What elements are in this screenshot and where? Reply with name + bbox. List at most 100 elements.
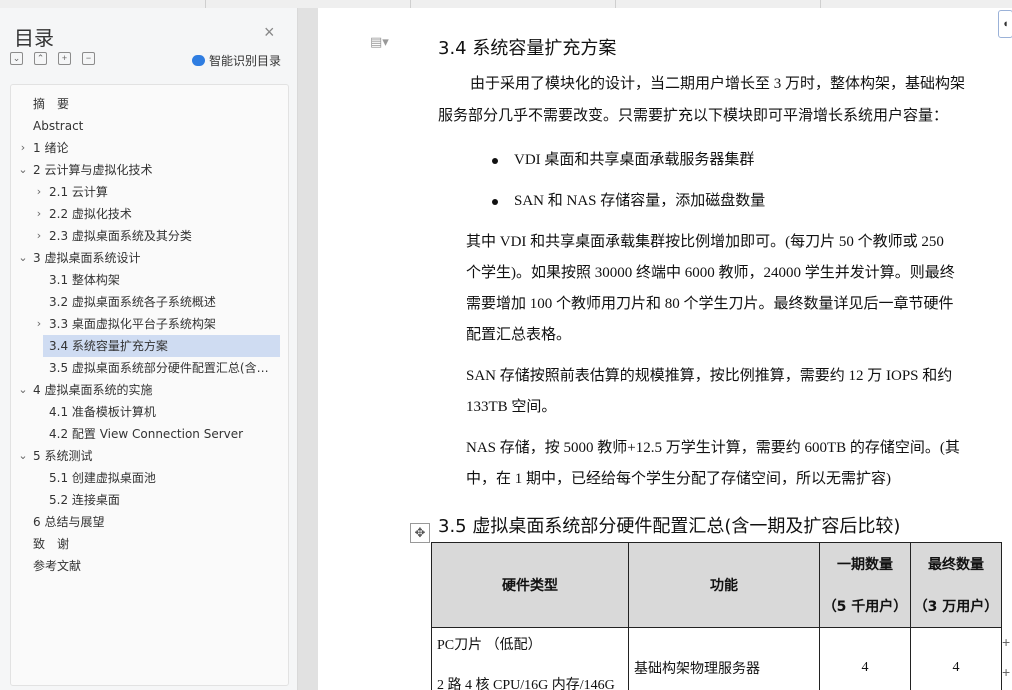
toc-item-label: Abstract xyxy=(33,119,84,133)
header-text: 一期数量 xyxy=(837,557,893,573)
paragraph-4: 中，在 1 期中，已经给每个学生分配了存储空间，所以无需扩容) xyxy=(466,471,891,487)
toc-item-label: 3 虚拟桌面系统设计 xyxy=(33,251,141,265)
toc-item[interactable]: ⌄ 2 云计算与虚拟化技术 xyxy=(11,159,279,181)
add-row-icon[interactable]: + xyxy=(1002,664,1010,680)
toc-item-label: 4.1 准备模板计算机 xyxy=(49,405,156,419)
table-header-cell: 硬件类型 xyxy=(431,542,629,628)
header-text: （3 万用户） xyxy=(913,599,999,615)
sidebar-title: 目录 xyxy=(14,26,54,50)
close-icon[interactable]: × xyxy=(264,22,275,43)
toc-item[interactable]: › 2.3 虚拟桌面系统及其分类 xyxy=(11,225,279,247)
table-header-cell: 一期数量 （5 千用户） xyxy=(819,542,911,628)
add-heading-icon[interactable]: + xyxy=(58,52,71,65)
toc-item[interactable]: › 3.3 桌面虚拟化平台子系统构架 xyxy=(11,313,279,335)
toc-item-label: 2.1 云计算 xyxy=(49,185,108,199)
toc-item-label: 2 云计算与虚拟化技术 xyxy=(33,163,153,177)
heading-3-5: 3.5 虚拟桌面系统部分硬件配置汇总(含一期及扩容后比较) xyxy=(438,516,901,537)
divider xyxy=(205,0,206,8)
chevron-right-icon[interactable]: › xyxy=(17,137,29,159)
divider xyxy=(615,0,616,8)
toc-item[interactable]: › 2.2 虚拟化技术 xyxy=(11,203,279,225)
bullet-icon xyxy=(492,158,498,164)
toc-item[interactable]: 摘 要 xyxy=(11,93,279,115)
cell-text: 2 路 4 核 CPU/16G 内存/146G xyxy=(437,678,615,690)
paragraph-3: 133TB 空间。 xyxy=(466,399,557,415)
toc-item[interactable]: Abstract xyxy=(11,115,279,137)
table-move-icon[interactable]: ✥ xyxy=(410,523,430,543)
page-gutter xyxy=(298,8,318,690)
smart-recognize-toc-button[interactable]: 智能识别目录 xyxy=(192,52,281,69)
divider xyxy=(820,0,821,8)
toc-item-label: 参考文献 xyxy=(33,559,82,573)
toc-item[interactable]: 3.1 整体构架 xyxy=(11,269,279,291)
paragraph-2: 个学生)。如果按照 30000 终端中 6000 教师，24000 学生并发计算… xyxy=(466,265,955,281)
bullet-item: SAN 和 NAS 存储容量，添加磁盘数量 xyxy=(514,193,766,209)
paragraph-4: NAS 存储，按 5000 教师+12.5 万学生计算，需要约 600TB 的存… xyxy=(466,440,960,456)
toc-item-label: 1 绪论 xyxy=(33,141,69,155)
document-page: ▤▾ 3.4 系统容量扩充方案 由于采用了模块化的设计，当二期用户增长至 3 万… xyxy=(318,8,1012,690)
chevron-right-icon[interactable]: › xyxy=(33,225,45,247)
chevron-down-icon[interactable]: ⌄ xyxy=(17,247,29,269)
toc-item[interactable]: ⌄ 5 系统测试 xyxy=(11,445,279,467)
toc-item-label: 3.4 系统容量扩充方案 xyxy=(49,339,168,353)
toc-list: 摘 要 Abstract › 1 绪论 ⌄ 2 云计算与虚拟化技术 › 2.1 云计算 › 2.2… xyxy=(10,84,289,686)
chevron-right-icon[interactable]: › xyxy=(33,203,45,225)
smart-recognize-label: 智能识别目录 xyxy=(209,54,282,68)
toc-item[interactable]: 4.2 配置 View Connection Server xyxy=(11,423,279,445)
table-header-row: 硬件类型 功能 一期数量 （5 千用户） 最终数量 （3 万用户） xyxy=(431,542,1002,628)
toc-item[interactable]: 5.1 创建虚拟桌面池 xyxy=(11,467,279,489)
hardware-config-table: 硬件类型 功能 一期数量 （5 千用户） 最终数量 （3 万用户） PC刀片 （… xyxy=(431,542,1002,690)
toc-item[interactable]: › 2.1 云计算 xyxy=(11,181,279,203)
toc-item-label: 3.1 整体构架 xyxy=(49,273,120,287)
toc-item[interactable]: ⌄ 4 虚拟桌面系统的实施 xyxy=(11,379,279,401)
toc-item-label: 5 系统测试 xyxy=(33,449,93,463)
toc-item-label: 3.3 桌面虚拟化平台子系统构架 xyxy=(49,317,216,331)
toc-item[interactable]: 3.5 虚拟桌面系统部分硬件配置汇总(含… xyxy=(11,357,279,379)
cell-text: PC刀片 （低配） xyxy=(437,638,542,653)
chevron-down-icon[interactable]: ⌄ xyxy=(17,445,29,467)
toc-item[interactable]: 3.4 系统容量扩充方案 xyxy=(43,335,280,357)
header-text: （5 千用户） xyxy=(822,599,908,615)
paragraph-1: 由于采用了模块化的设计，当二期用户增长至 3 万时，整体构架，基础构架 xyxy=(470,76,966,92)
side-panel-toggle-icon[interactable]: ◖ xyxy=(998,10,1012,38)
bullet-item: VDI 桌面和共享桌面承载服务器集群 xyxy=(514,152,755,168)
table-row: PC刀片 （低配） 2 路 4 核 CPU/16G 内存/146G 基础构架物理… xyxy=(431,627,1002,690)
toc-item[interactable]: 5.2 连接桌面 xyxy=(11,489,279,511)
chevron-down-icon[interactable]: ⌄ xyxy=(17,159,29,181)
paragraph-2: 需要增加 100 个教师用刀片和 80 个学生刀片。最终数量详见后一章节硬件 xyxy=(466,296,954,312)
chevron-right-icon[interactable]: › xyxy=(33,313,45,335)
collapse-all-icon[interactable]: ⌃ xyxy=(34,52,47,65)
paragraph-1: 服务部分几乎不需要改变。只需要扩充以下模块即可平滑增长系统用户容量： xyxy=(438,108,949,124)
expand-all-icon[interactable]: ⌄ xyxy=(10,52,23,65)
toc-item[interactable]: 致 谢 xyxy=(11,533,279,555)
toc-item[interactable]: ⌄ 3 虚拟桌面系统设计 xyxy=(11,247,279,269)
table-cell: PC刀片 （低配） 2 路 4 核 CPU/16G 内存/146G xyxy=(431,627,629,690)
paragraph-2: 配置汇总表格。 xyxy=(466,327,572,343)
add-column-icon[interactable]: + xyxy=(1002,634,1010,650)
remove-heading-icon[interactable]: − xyxy=(82,52,95,65)
toc-item-label: 4.2 配置 View Connection Server xyxy=(49,427,244,441)
toc-item[interactable]: 3.2 虚拟桌面系统各子系统概述 xyxy=(11,291,279,313)
toc-item[interactable]: 参考文献 xyxy=(11,555,279,577)
document-icon[interactable]: ▤▾ xyxy=(370,34,389,50)
toc-item-label: 6 总结与展望 xyxy=(33,515,105,529)
toc-item-label: 摘 要 xyxy=(33,97,70,111)
table-cell: 4 xyxy=(819,627,911,690)
chevron-down-icon[interactable]: ⌄ xyxy=(17,379,29,401)
bullet-icon xyxy=(492,199,498,205)
toc-item[interactable]: 4.1 准备模板计算机 xyxy=(11,401,279,423)
toc-item[interactable]: 6 总结与展望 xyxy=(11,511,279,533)
paragraph-2: 其中 VDI 和共享桌面承载集群按比例增加即可。(每刀片 50 个教师或 250 xyxy=(466,234,944,250)
header-text: 最终数量 xyxy=(928,557,984,573)
toc-item-label: 5.2 连接桌面 xyxy=(49,493,120,507)
toc-item[interactable]: › 1 绪论 xyxy=(11,137,279,159)
toc-item-label: 2.3 虚拟桌面系统及其分类 xyxy=(49,229,192,243)
ai-icon xyxy=(192,55,205,66)
toc-sidebar: 目录 × ⌄ ⌃ + − 智能识别目录 摘 要 Abstract › 1 绪论 ⌄ 2 云… xyxy=(0,8,298,690)
toc-item-label: 3.2 虚拟桌面系统各子系统概述 xyxy=(49,295,216,309)
heading-3-4: 3.4 系统容量扩充方案 xyxy=(438,38,617,59)
chevron-right-icon[interactable]: › xyxy=(33,181,45,203)
table-cell: 基础构架物理服务器 xyxy=(628,627,820,690)
toc-item-label: 5.1 创建虚拟桌面池 xyxy=(49,471,156,485)
toc-item-label: 3.5 虚拟桌面系统部分硬件配置汇总(含… xyxy=(49,361,269,375)
